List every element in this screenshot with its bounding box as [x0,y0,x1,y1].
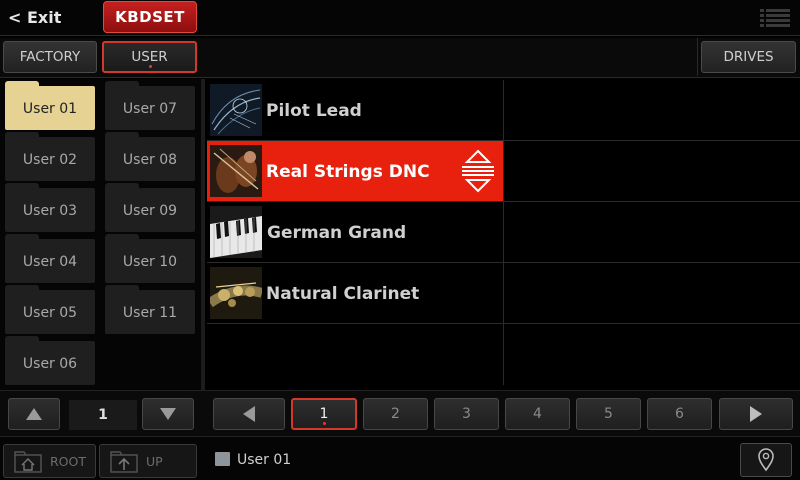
synth-lead-thumbnail [210,84,262,136]
kbdset-button[interactable]: KBDSET [103,1,197,33]
folder-user-01[interactable]: User 01 [5,81,95,130]
folder-icon [215,452,230,466]
list-row: Pilot Lead [207,80,800,141]
folder-user-09[interactable]: User 09 [105,183,195,232]
folder-user-02[interactable]: User 02 [5,132,95,181]
page-button-4[interactable]: 4 [505,398,570,430]
triangle-left-icon [243,406,255,422]
column-divider [503,324,504,385]
folder-page-counter: 1 [69,400,137,430]
strings-thumbnail [210,145,262,197]
top-bar: < Exit KBDSET [0,0,800,36]
folder-user-03[interactable]: User 03 [5,183,95,232]
location-button[interactable] [740,443,792,477]
column-divider [503,80,504,141]
tab-user-label: USER [131,49,168,65]
selected-indicator-dot [323,422,326,425]
piano-keys-thumbnail [210,206,262,258]
page-button-5[interactable]: 5 [576,398,641,430]
column-divider [503,263,504,324]
column-divider [503,202,504,263]
page-number: 1 [319,406,329,422]
sound-item-german-grand[interactable]: German Grand [207,202,503,262]
triangle-down-icon [160,408,176,420]
folder-user-11[interactable]: User 11 [105,285,195,334]
source-tab-row: FACTORY USER DRIVES [0,38,800,78]
folder-user-05[interactable]: User 05 [5,285,95,334]
breadcrumb: User 01 [215,451,291,469]
clarinet-thumbnail [210,267,262,319]
map-pin-icon [758,448,774,472]
sound-name: Real Strings DNC [266,162,430,182]
page-button-1[interactable]: 1 [291,398,357,430]
selected-indicator-dot [148,65,152,68]
exit-button[interactable]: < Exit [8,6,61,30]
page-button-3[interactable]: 3 [434,398,499,430]
sound-item-natural-clarinet[interactable]: Natural Clarinet [207,263,503,323]
move-up-down-icon[interactable] [461,149,495,193]
root-button[interactable]: ROOT [3,444,96,478]
page-button-6[interactable]: 6 [647,398,712,430]
sound-item-real-strings-dnc[interactable]: Real Strings DNC [207,141,503,201]
page-button-2[interactable]: 2 [363,398,428,430]
sound-name: German Grand [267,223,407,243]
sound-name: Natural Clarinet [266,284,420,304]
list-row: Real Strings DNC [207,141,800,202]
current-path: User 01 [237,452,292,468]
up-button[interactable]: UP [99,444,197,478]
folder-user-08[interactable]: User 08 [105,132,195,181]
root-label: ROOT [50,454,86,469]
sound-name: Pilot Lead [266,101,362,121]
folder-user-07[interactable]: User 07 [105,81,195,130]
up-label: UP [146,454,163,469]
list-row: Natural Clarinet [207,263,800,324]
tab-user[interactable]: USER [102,41,197,73]
folder-up-icon [110,451,138,473]
previous-page-button[interactable] [213,398,285,430]
column-divider [503,141,504,202]
triangle-up-icon [26,408,42,420]
list-row-empty [207,324,800,385]
folder-user-04[interactable]: User 04 [5,234,95,283]
navigation-row: 1 1 2 3 4 5 6 [0,390,800,436]
sound-list: Pilot Lead Real Strings DNC German Grand… [207,80,800,385]
folder-panel: User 01 User 02 User 03 User 04 User 05 … [0,79,201,390]
home-folder-icon [14,451,42,473]
list-row: German Grand [207,202,800,263]
tab-drives[interactable]: DRIVES [701,41,796,73]
tab-factory[interactable]: FACTORY [3,41,97,73]
folder-scroll-up-button[interactable] [8,398,60,430]
triangle-right-icon [750,406,762,422]
sound-item-pilot-lead[interactable]: Pilot Lead [207,80,503,140]
folder-user-10[interactable]: User 10 [105,234,195,283]
folder-scroll-down-button[interactable] [142,398,194,430]
next-page-button[interactable] [719,398,793,430]
folder-user-06[interactable]: User 06 [5,336,95,385]
footer-bar: ROOT UP User 01 [0,436,800,480]
list-menu-icon[interactable] [760,8,790,28]
divider [697,38,698,76]
